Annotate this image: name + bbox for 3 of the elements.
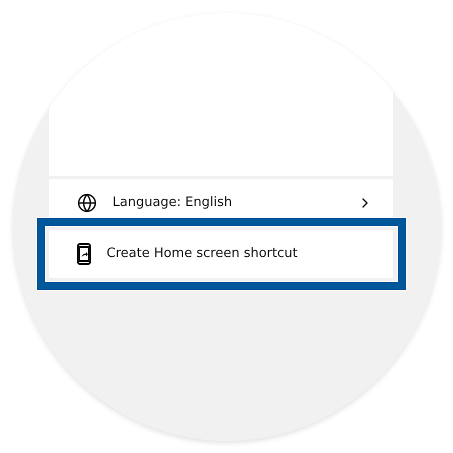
menu-item[interactable]: Create Home screen shortcut	[48, 230, 392, 278]
globe-icon	[76, 192, 96, 212]
phone-icon	[76, 242, 90, 264]
